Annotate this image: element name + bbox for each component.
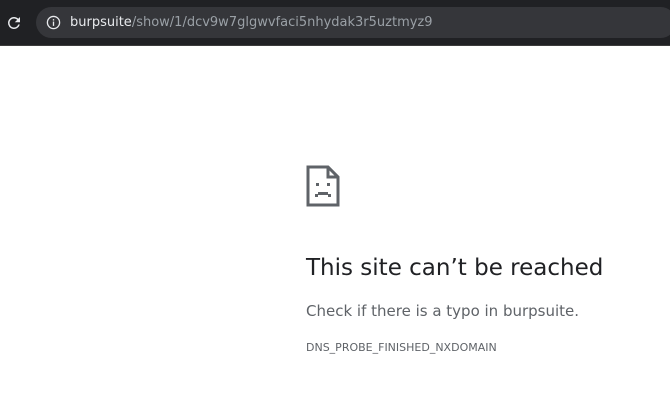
url-host: burpsuite [70,15,132,30]
error-heading: This site can’t be reached [306,255,604,281]
url-text[interactable]: burpsuite/show/1/dcv9w7glgwvfaci5nhydak3… [70,15,433,30]
url-path: /show/1/dcv9w7glgwvfaci5nhydak3r5uztmyz9 [131,15,433,30]
error-code: DNS_PROBE_FINISHED_NXDOMAIN [306,341,497,354]
sad-document-icon [306,165,340,207]
address-bar[interactable]: burpsuite/show/1/dcv9w7glgwvfaci5nhydak3… [36,7,670,38]
reload-icon [7,16,20,29]
info-icon[interactable] [46,15,61,30]
browser-toolbar: burpsuite/show/1/dcv9w7glgwvfaci5nhydak3… [0,0,670,46]
reload-button[interactable] [3,12,25,34]
error-message: Check if there is a typo in burpsuite. [306,302,580,320]
